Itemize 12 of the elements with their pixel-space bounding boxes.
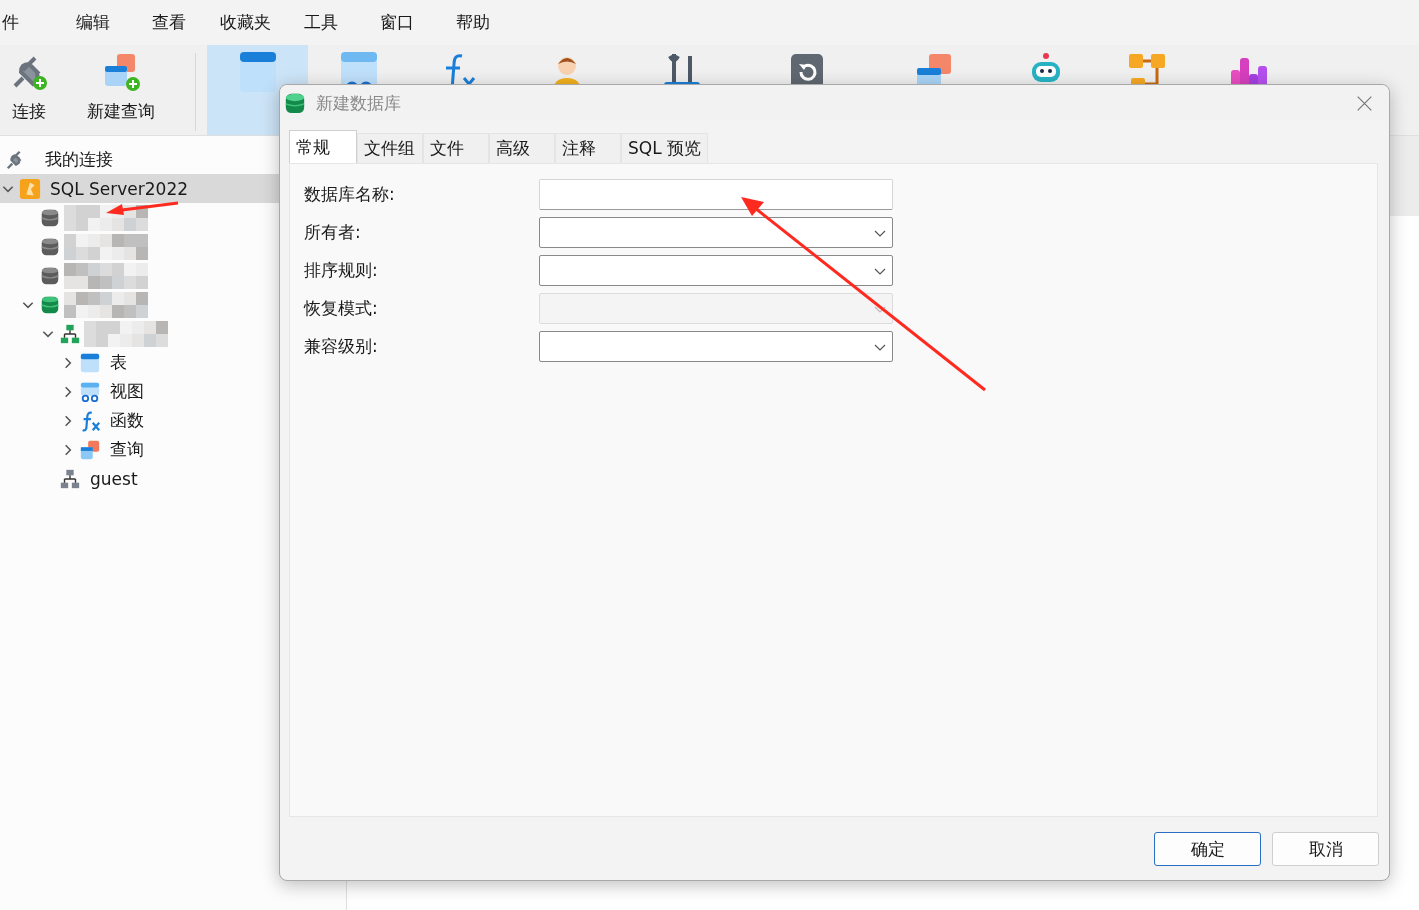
field-label: 排序规则:: [304, 259, 379, 282]
field-label: 所有者:: [304, 221, 362, 244]
tree-label: 视图: [110, 380, 144, 403]
tree-label: 表: [110, 351, 127, 374]
tree-label: SQL Server2022: [50, 178, 189, 199]
field-label: 恢复模式:: [304, 297, 379, 320]
tree-label: 查询: [110, 438, 144, 461]
field-label: 兼容级别:: [304, 335, 379, 358]
tree-label: guest: [90, 468, 138, 489]
dialog-title: 新建数据库: [316, 91, 401, 115]
tree-label: 我的连接: [45, 148, 113, 171]
tree-label: 函数: [110, 409, 144, 432]
